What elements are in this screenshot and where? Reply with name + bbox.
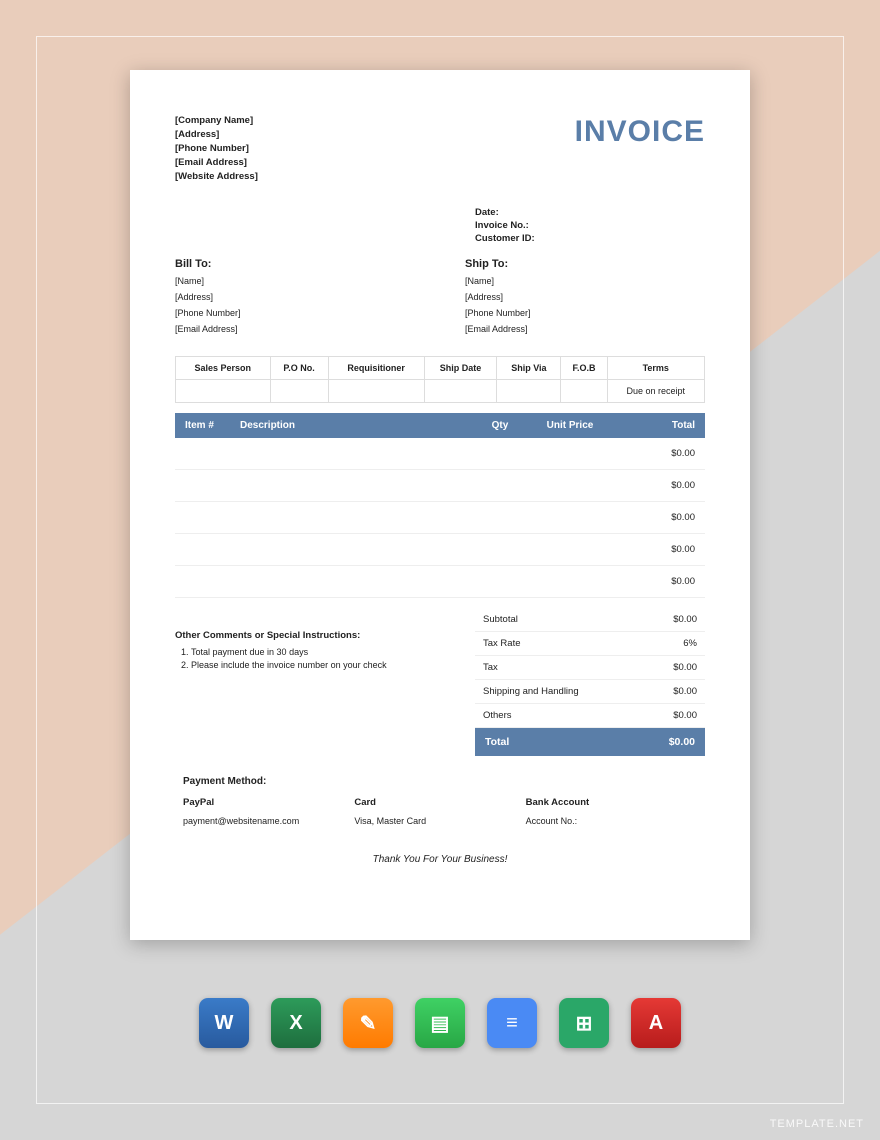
th-fob: F.O.B bbox=[561, 357, 607, 380]
card-value: Visa, Master Card bbox=[354, 816, 525, 826]
bill-to-phone: [Phone Number] bbox=[175, 308, 415, 318]
comments-block: Other Comments or Special Instructions: … bbox=[175, 608, 455, 756]
pages-icon[interactable]: ✎ bbox=[343, 998, 393, 1048]
google-sheets-icon[interactable]: ⊞ bbox=[559, 998, 609, 1048]
th-terms: Terms bbox=[607, 357, 704, 380]
col-unitprice: Unit Price bbox=[525, 420, 615, 431]
subtotal-label: Subtotal bbox=[483, 614, 518, 625]
bill-to-address: [Address] bbox=[175, 292, 415, 302]
paypal-label: PayPal bbox=[183, 797, 354, 808]
payment-title: Payment Method: bbox=[183, 776, 697, 787]
paypal-value: payment@websitename.com bbox=[183, 816, 354, 826]
shipping-label: Shipping and Handling bbox=[483, 686, 579, 697]
items-header: Item # Description Qty Unit Price Total bbox=[175, 413, 705, 438]
col-total: Total bbox=[615, 420, 695, 431]
company-address: [Address] bbox=[175, 129, 258, 140]
excel-icon[interactable]: X bbox=[271, 998, 321, 1048]
thank-you: Thank You For Your Business! bbox=[175, 854, 705, 865]
tax-label: Tax bbox=[483, 662, 498, 673]
item-row: $0.00 bbox=[175, 566, 705, 598]
company-name: [Company Name] bbox=[175, 115, 258, 126]
others-value: $0.00 bbox=[673, 710, 697, 721]
totals-block: Subtotal $0.00 Tax Rate 6% Tax $0.00 Shippi… bbox=[475, 608, 705, 756]
subtotal-value: $0.00 bbox=[673, 614, 697, 625]
invoice-document: [Company Name] [Address] [Phone Number] … bbox=[130, 70, 750, 940]
payment-block: Payment Method: PayPal payment@websitena… bbox=[175, 776, 705, 826]
card-label: Card bbox=[354, 797, 525, 808]
shipment-table: Sales Person P.O No. Requisitioner Ship … bbox=[175, 356, 705, 403]
numbers-icon[interactable]: ▤ bbox=[415, 998, 465, 1048]
taxrate-value: 6% bbox=[683, 638, 697, 649]
col-description: Description bbox=[240, 420, 475, 431]
company-website: [Website Address] bbox=[175, 171, 258, 182]
bill-to-email: [Email Address] bbox=[175, 324, 415, 334]
watermark: TEMPLATE.NET bbox=[770, 1118, 864, 1130]
col-item: Item # bbox=[185, 420, 240, 431]
item-row: $0.00 bbox=[175, 502, 705, 534]
th-po: P.O No. bbox=[270, 357, 328, 380]
pdf-icon[interactable]: A bbox=[631, 998, 681, 1048]
shipping-value: $0.00 bbox=[673, 686, 697, 697]
invoice-title: INVOICE bbox=[575, 115, 705, 185]
bill-to-block: Bill To: [Name] [Address] [Phone Number]… bbox=[175, 258, 415, 340]
tax-value: $0.00 bbox=[673, 662, 697, 673]
bank-value: Account No.: bbox=[526, 816, 697, 826]
bill-to-name: [Name] bbox=[175, 276, 415, 286]
company-email: [Email Address] bbox=[175, 157, 258, 168]
bill-to-title: Bill To: bbox=[175, 258, 415, 270]
ship-to-email: [Email Address] bbox=[465, 324, 705, 334]
company-phone: [Phone Number] bbox=[175, 143, 258, 154]
comment-line: Please include the invoice number on you… bbox=[191, 660, 455, 670]
meta-date: Date: bbox=[475, 207, 705, 218]
ship-to-title: Ship To: bbox=[465, 258, 705, 270]
th-shipvia: Ship Via bbox=[497, 357, 561, 380]
word-icon[interactable]: W bbox=[199, 998, 249, 1048]
taxrate-label: Tax Rate bbox=[483, 638, 521, 649]
th-requisitioner: Requisitioner bbox=[328, 357, 424, 380]
col-qty: Qty bbox=[475, 420, 525, 431]
invoice-meta: Date: Invoice No.: Customer ID: bbox=[475, 207, 705, 244]
ship-to-phone: [Phone Number] bbox=[465, 308, 705, 318]
item-row: $0.00 bbox=[175, 438, 705, 470]
ship-to-name: [Name] bbox=[465, 276, 705, 286]
ship-to-address: [Address] bbox=[465, 292, 705, 302]
th-salesperson: Sales Person bbox=[176, 357, 271, 380]
meta-invoice-no: Invoice No.: bbox=[475, 220, 705, 231]
total-label: Total bbox=[485, 736, 509, 748]
bank-label: Bank Account bbox=[526, 797, 697, 808]
others-label: Others bbox=[483, 710, 512, 721]
google-docs-icon[interactable]: ≡ bbox=[487, 998, 537, 1048]
company-block: [Company Name] [Address] [Phone Number] … bbox=[175, 115, 258, 185]
th-shipdate: Ship Date bbox=[424, 357, 497, 380]
td-terms: Due on receipt bbox=[607, 380, 704, 403]
ship-to-block: Ship To: [Name] [Address] [Phone Number]… bbox=[465, 258, 705, 340]
item-row: $0.00 bbox=[175, 470, 705, 502]
comments-title: Other Comments or Special Instructions: bbox=[175, 630, 455, 641]
comment-line: Total payment due in 30 days bbox=[191, 647, 455, 657]
format-icons-row: W X ✎ ▤ ≡ ⊞ A bbox=[0, 998, 880, 1048]
item-row: $0.00 bbox=[175, 534, 705, 566]
total-value: $0.00 bbox=[669, 736, 695, 748]
meta-customer-id: Customer ID: bbox=[475, 233, 705, 244]
